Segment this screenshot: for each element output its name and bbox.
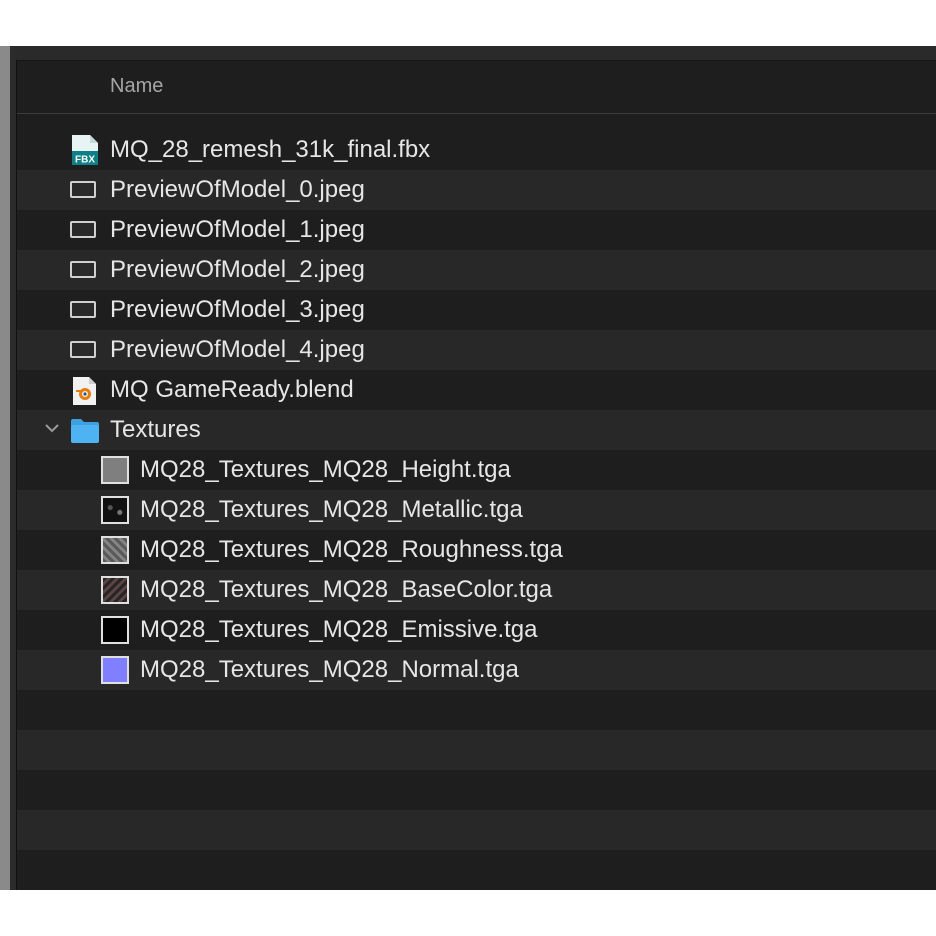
file-row-emissive[interactable]: MQ28_Textures_MQ28_Emissive.tga xyxy=(17,610,936,650)
file-row-basecolor[interactable]: MQ28_Textures_MQ28_BaseColor.tga xyxy=(17,570,936,610)
file-name: MQ28_Textures_MQ28_BaseColor.tga xyxy=(140,576,553,603)
toolbar-bottom-edge xyxy=(16,46,936,61)
file-name: MQ28_Textures_MQ28_Metallic.tga xyxy=(140,496,523,523)
finder-window: Name FBX MQ_28_remesh_31k_final.fbx Prev… xyxy=(0,46,936,890)
file-name: PreviewOfModel_2.jpeg xyxy=(110,256,365,283)
file-name: PreviewOfModel_4.jpeg xyxy=(110,336,365,363)
folder-icon xyxy=(71,419,99,443)
file-row-preview-2[interactable]: PreviewOfModel_2.jpeg xyxy=(17,250,936,290)
column-header: Name xyxy=(17,61,936,114)
file-name: MQ28_Textures_MQ28_Normal.tga xyxy=(140,656,519,683)
file-list: FBX MQ_28_remesh_31k_final.fbx PreviewOf… xyxy=(17,130,936,890)
image-file-icon xyxy=(70,181,96,198)
chevron-down-icon[interactable] xyxy=(43,419,61,437)
image-file-icon xyxy=(70,341,96,358)
empty-row xyxy=(17,690,936,730)
file-row-blend[interactable]: MQ GameReady.blend xyxy=(17,370,936,410)
file-name: MQ28_Textures_MQ28_Height.tga xyxy=(140,456,511,483)
empty-row xyxy=(17,730,936,770)
file-row-preview-3[interactable]: PreviewOfModel_3.jpeg xyxy=(17,290,936,330)
file-name: PreviewOfModel_0.jpeg xyxy=(110,176,365,203)
sidebar-divider[interactable] xyxy=(10,46,17,890)
blender-file-icon xyxy=(73,377,96,405)
file-row-normal[interactable]: MQ28_Textures_MQ28_Normal.tga xyxy=(17,650,936,690)
empty-row xyxy=(17,850,936,890)
folder-row-textures[interactable]: Textures xyxy=(17,410,936,450)
texture-thumbnail-icon xyxy=(101,656,129,684)
file-name: PreviewOfModel_3.jpeg xyxy=(110,296,365,323)
image-file-icon xyxy=(70,261,96,278)
empty-row xyxy=(17,770,936,810)
folder-name: Textures xyxy=(110,416,201,443)
file-name: MQ28_Textures_MQ28_Emissive.tga xyxy=(140,616,538,643)
texture-thumbnail-icon xyxy=(101,616,129,644)
image-file-icon xyxy=(70,221,96,238)
name-column-header[interactable]: Name xyxy=(110,75,163,98)
file-row-metallic[interactable]: MQ28_Textures_MQ28_Metallic.tga xyxy=(17,490,936,530)
file-name: MQ_28_remesh_31k_final.fbx xyxy=(110,136,431,163)
file-row-preview-1[interactable]: PreviewOfModel_1.jpeg xyxy=(17,210,936,250)
file-row-height[interactable]: MQ28_Textures_MQ28_Height.tga xyxy=(17,450,936,490)
file-name: MQ GameReady.blend xyxy=(110,376,354,403)
texture-thumbnail-icon xyxy=(101,496,129,524)
texture-thumbnail-icon xyxy=(101,576,129,604)
texture-thumbnail-icon xyxy=(101,536,129,564)
image-file-icon xyxy=(70,301,96,318)
empty-row xyxy=(17,810,936,850)
file-name: MQ28_Textures_MQ28_Roughness.tga xyxy=(140,536,563,563)
texture-thumbnail-icon xyxy=(101,456,129,484)
file-name: PreviewOfModel_1.jpeg xyxy=(110,216,365,243)
sidebar-edge xyxy=(0,46,10,890)
fbx-file-icon: FBX xyxy=(72,135,98,166)
file-row-roughness[interactable]: MQ28_Textures_MQ28_Roughness.tga xyxy=(17,530,936,570)
fbx-badge-text: FBX xyxy=(75,155,95,166)
file-row-fbx[interactable]: FBX MQ_28_remesh_31k_final.fbx xyxy=(17,130,936,170)
file-row-preview-0[interactable]: PreviewOfModel_0.jpeg xyxy=(17,170,936,210)
file-row-preview-4[interactable]: PreviewOfModel_4.jpeg xyxy=(17,330,936,370)
